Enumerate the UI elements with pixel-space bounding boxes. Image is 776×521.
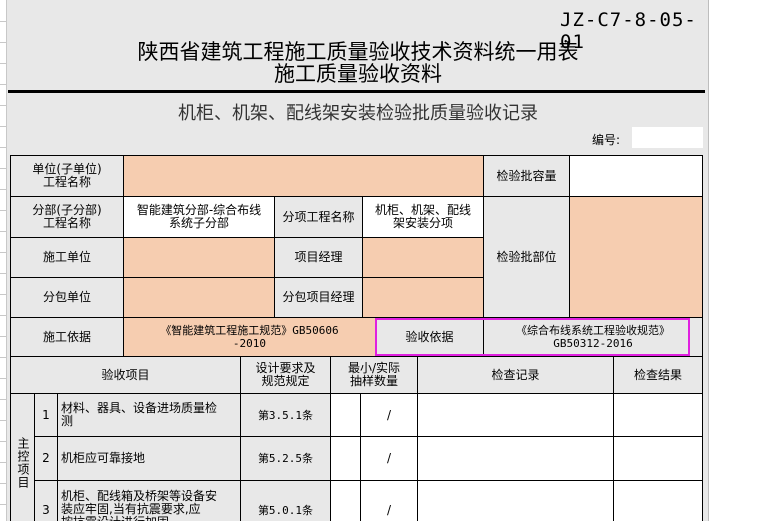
inspection-item-text: 机柜应可靠接地: [57, 436, 241, 481]
division-label: 分部(子分部) 工程名称: [10, 196, 124, 238]
actual-sample-field[interactable]: /: [360, 393, 418, 437]
clause-reference: 第5.2.5条: [240, 436, 331, 481]
header-design-requirement: 设计要求及 规范规定: [240, 356, 331, 394]
location-field[interactable]: [569, 196, 703, 318]
construction-basis-field[interactable]: 《智能建筑工程施工规范》GB50606 -2010: [123, 317, 376, 357]
row-number: 2: [34, 436, 58, 481]
acceptance-basis-field[interactable]: 《综合布线系统工程验收规范》 GB50312-2016: [483, 317, 703, 357]
main-control-items-label: 主控项目: [10, 393, 35, 521]
record-title: 机柜、机架、配线架安装检验批质量验收记录: [178, 103, 538, 124]
title-divider: [8, 90, 705, 93]
subcontractor-label: 分包单位: [10, 277, 124, 318]
capacity-field[interactable]: [569, 155, 703, 197]
clause-reference: 第3.5.1条: [240, 393, 331, 437]
location-label: 检验批部位: [483, 196, 570, 318]
construction-basis-label: 施工依据: [10, 317, 124, 357]
form-subtitle-line: 施工质量验收资料: [274, 62, 442, 86]
header-inspection-record: 检查记录: [417, 356, 614, 394]
project-manager-field[interactable]: [362, 237, 484, 278]
unit-name-label: 单位(子单位) 工程名称: [10, 155, 124, 197]
project-manager-label: 项目经理: [274, 237, 363, 278]
inspection-item-text: 机柜、配线箱及桥架等设备安 装应牢固,当有抗震要求,应 按抗震设计进行加固: [57, 480, 241, 521]
sheet-right-margin: [708, 0, 776, 521]
inspection-record-field[interactable]: [417, 436, 614, 481]
number-field[interactable]: [632, 127, 703, 148]
division-field[interactable]: 智能建筑分部-综合布线 系统子分部: [123, 196, 275, 238]
subcontractor-field[interactable]: [123, 277, 275, 318]
inspection-item-text: 材料、器具、设备进场质量检 测: [57, 393, 241, 437]
header-inspection-item: 验收项目: [10, 356, 241, 394]
sub-project-manager-field[interactable]: [362, 277, 484, 318]
min-sample-field[interactable]: [330, 393, 361, 437]
subitem-label: 分项工程名称: [274, 196, 363, 238]
row-gridlines: [0, 0, 7, 521]
subitem-field[interactable]: 机柜、机架、配线 架安装分项: [362, 196, 484, 238]
header-sample-quantity: 最小/实际 抽样数量: [330, 356, 418, 394]
min-sample-field[interactable]: [330, 436, 361, 481]
acceptance-basis-label: 验收依据: [375, 317, 484, 357]
row-number: 3: [34, 480, 58, 521]
group-label-text: 主控项目: [16, 437, 30, 489]
capacity-label: 检验批容量: [483, 155, 570, 197]
actual-sample-field[interactable]: /: [360, 480, 418, 521]
inspection-result-field[interactable]: [613, 393, 703, 437]
inspection-result-field[interactable]: [613, 436, 703, 481]
contractor-label: 施工单位: [10, 237, 124, 278]
form-title: 陕西省建筑工程施工质量验收技术资料统一用表: [137, 40, 579, 64]
number-label: 编号:: [592, 133, 621, 147]
header-inspection-result: 检查结果: [613, 356, 703, 394]
actual-sample-field[interactable]: /: [360, 436, 418, 481]
inspection-result-field[interactable]: [613, 480, 703, 521]
sub-project-manager-label: 分包项目经理: [274, 277, 363, 318]
clause-reference: 第5.0.1条: [240, 480, 331, 521]
contractor-field[interactable]: [123, 237, 275, 278]
min-sample-field[interactable]: [330, 480, 361, 521]
row-number: 1: [34, 393, 58, 437]
inspection-record-field[interactable]: [417, 480, 614, 521]
unit-name-field[interactable]: [123, 155, 484, 197]
inspection-record-field[interactable]: [417, 393, 614, 437]
spreadsheet-sheet: JZ-C7-8-05-01 陕西省建筑工程施工质量验收技术资料统一用表 施工质量…: [0, 0, 708, 521]
